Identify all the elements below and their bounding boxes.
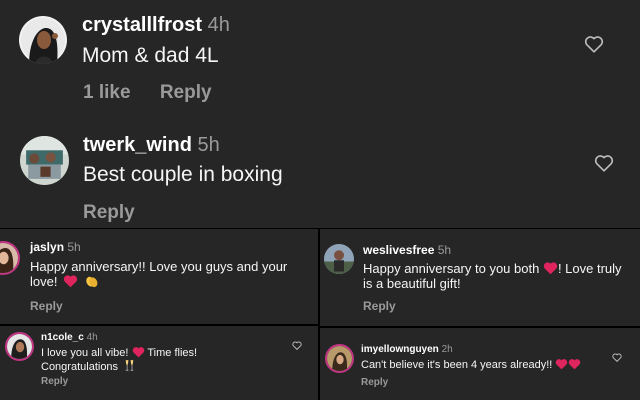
top-comments-panel: crystalllfrost 4h Mom & dad 4L 1 like Re… xyxy=(0,0,640,228)
reply-button[interactable]: Reply xyxy=(83,202,135,223)
reply-button[interactable]: Reply xyxy=(363,299,396,313)
red-heart-emoji-icon xyxy=(568,358,581,370)
reply-button[interactable]: Reply xyxy=(160,82,212,103)
reply-button[interactable]: Reply xyxy=(361,377,388,388)
comment-weslivesfree-panel: weslivesfree 5h Happy anniversary to you… xyxy=(320,229,640,326)
username-imyellownguyen[interactable]: imyellownguyen xyxy=(361,344,439,355)
comment-time: 4h xyxy=(207,14,230,36)
comment-header: n1cole_c 4h xyxy=(41,332,98,343)
username-weslivesfree[interactable]: weslivesfree xyxy=(363,243,434,257)
like-heart-icon[interactable] xyxy=(594,154,614,172)
comment-text-part-a: Happy anniversary to you both xyxy=(363,261,540,276)
comment-jaslyn-panel: jaslyn 5h Happy anniversary!! Love you g… xyxy=(0,229,318,324)
comment-text-part-b: Time flies! xyxy=(147,347,198,359)
comment-text-line1: Happy anniversary to you both ! Love tru… xyxy=(363,261,622,276)
avatar-weslivesfree[interactable] xyxy=(324,244,354,274)
comment-header: imyellownguyen 2h xyxy=(361,344,453,355)
comment-text-line2-text: love! xyxy=(30,274,58,289)
comment-text-part-a: I love you all vibe! xyxy=(41,347,129,359)
comment-header: jaslyn 5h xyxy=(30,240,81,254)
username-crystalllfrost[interactable]: crystalllfrost xyxy=(82,14,202,36)
comment-text-part-b: ! Love truly xyxy=(557,261,622,276)
comment-header: weslivesfree 5h xyxy=(363,243,451,257)
red-heart-emoji-icon xyxy=(132,346,145,358)
comment-text: Mom & dad 4L xyxy=(82,44,219,67)
comment-time: 5h xyxy=(67,240,81,254)
comment-text-line2-text: Congratulations xyxy=(41,361,119,373)
comment-text-line1: Happy anniversary!! Love you guys and yo… xyxy=(30,259,288,274)
avatar-jaslyn[interactable] xyxy=(0,241,20,275)
like-count[interactable]: 1 like xyxy=(83,82,131,103)
like-heart-icon[interactable] xyxy=(612,353,622,362)
avatar-twerk-wind[interactable] xyxy=(20,136,69,185)
comment-actions: 1 like Reply xyxy=(83,82,212,104)
comment-n1cole-panel: n1cole_c 4h I love you all vibe! Time fl… xyxy=(0,326,318,400)
comment-header: twerk_wind 5h xyxy=(83,134,220,157)
champagne-glasses-icon xyxy=(123,359,136,372)
like-heart-icon[interactable] xyxy=(292,341,302,350)
username-n1cole-c[interactable]: n1cole_c xyxy=(41,332,84,343)
reply-button[interactable]: Reply xyxy=(41,376,68,387)
comment-time: 5h xyxy=(437,243,452,257)
comment-text-line2: Congratulations xyxy=(41,359,136,373)
comment-time: 4h xyxy=(86,332,98,343)
red-heart-emoji-icon xyxy=(63,274,78,288)
comment-actions: Reply xyxy=(83,202,135,224)
like-heart-icon[interactable] xyxy=(584,35,604,53)
comment-header: crystalllfrost 4h xyxy=(82,14,230,37)
comment-text: Best couple in boxing xyxy=(83,163,283,186)
comment-text-line2: is a beautiful gift! xyxy=(363,276,461,291)
reply-button[interactable]: Reply xyxy=(30,299,63,313)
avatar-imyellownguyen[interactable] xyxy=(325,344,354,373)
comment-imyellownguyen-panel: imyellownguyen 2h Can't believe it's bee… xyxy=(320,328,640,400)
avatar-crystalllfrost[interactable] xyxy=(19,16,67,64)
comment-text-line1: I love you all vibe! Time flies! xyxy=(41,346,197,359)
comment-text-line2: love! xyxy=(30,274,99,289)
comment-time: 5h xyxy=(197,134,220,156)
red-heart-emoji-icon xyxy=(543,261,558,275)
red-heart-emoji-icon xyxy=(555,358,568,370)
comment-text: Can't believe it's been 4 years already!… xyxy=(361,358,581,371)
username-jaslyn[interactable]: jaslyn xyxy=(30,240,64,254)
clapping-hands-icon xyxy=(84,274,99,288)
comment-text-content: Can't believe it's been 4 years already!… xyxy=(361,359,553,371)
comment-time: 2h xyxy=(441,344,453,355)
avatar-n1cole-c[interactable] xyxy=(5,332,34,361)
username-twerk-wind[interactable]: twerk_wind xyxy=(83,134,192,156)
